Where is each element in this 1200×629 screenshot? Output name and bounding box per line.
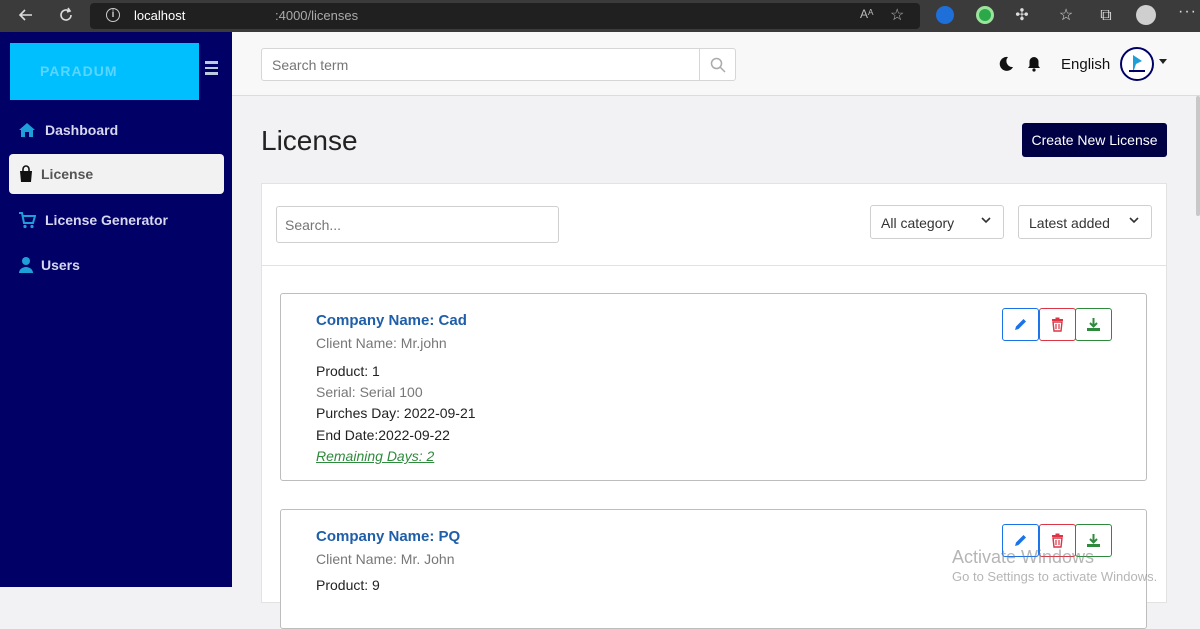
back-arrow-icon[interactable] — [16, 6, 36, 26]
global-search-input[interactable] — [262, 49, 699, 80]
profile-avatar-icon[interactable] — [1136, 5, 1156, 25]
url-host: localhost — [134, 8, 186, 23]
serial: Serial: Serial 100 — [316, 384, 423, 400]
browser-toolbar: i localhost :4000/licenses Aᴬ ☆ ✣ ☆ ⧉ ··… — [0, 0, 1200, 32]
extension-green-icon[interactable] — [976, 6, 994, 24]
activation-watermark-subtitle: Go to Settings to activate Windows. — [952, 569, 1158, 584]
license-search-input[interactable] — [276, 206, 559, 243]
client-name: Client Name: Mr. John — [316, 551, 455, 567]
filter-bar: All category Latest added — [262, 184, 1166, 266]
chevron-down-icon[interactable] — [1159, 59, 1167, 64]
search-button[interactable] — [699, 49, 736, 80]
product: Product: 1 — [316, 363, 380, 379]
url-path: :4000/licenses — [275, 8, 359, 23]
end-date: End Date:2022-09-22 — [316, 427, 450, 443]
download-button[interactable] — [1075, 308, 1112, 341]
extensions-puzzle-icon[interactable]: ✣ — [1012, 6, 1032, 26]
search-icon — [710, 57, 726, 73]
download-icon — [1087, 534, 1100, 547]
favorite-icon[interactable]: ☆ — [890, 5, 904, 25]
page-title: License — [261, 125, 358, 156]
sidebar-item-label: License Generator — [45, 212, 168, 228]
cart-icon — [19, 212, 36, 229]
license-card: Company Name: Cad Client Name: Mr.john P… — [280, 293, 1147, 481]
extension-icon[interactable] — [936, 6, 954, 24]
more-menu-icon[interactable]: ··· — [1178, 3, 1197, 21]
site-info-icon[interactable]: i — [106, 8, 120, 22]
activation-watermark-title: Activate Windows — [952, 547, 1095, 567]
favorites-icon[interactable]: ☆ — [1056, 6, 1076, 26]
category-select-value: All category — [881, 215, 955, 231]
pencil-icon — [1015, 535, 1026, 546]
hamburger-menu-icon[interactable] — [205, 61, 218, 78]
company-name: Company Name: PQ — [316, 528, 461, 545]
page-scrollbar[interactable] — [1196, 96, 1200, 216]
read-aloud-icon[interactable]: Aᴬ — [860, 7, 873, 21]
trash-icon — [1052, 317, 1063, 332]
purchase-date: Purches Day: 2022-09-21 — [316, 405, 476, 421]
logo-text: PARADUM — [40, 63, 118, 79]
moon-icon[interactable] — [998, 56, 1014, 72]
sort-select[interactable]: Latest added — [1018, 205, 1152, 239]
global-search — [261, 48, 736, 81]
company-name: Company Name: Cad — [316, 312, 467, 329]
top-bar: English — [232, 32, 1200, 96]
sidebar: PARADUM Dashboard License License Genera… — [0, 32, 232, 587]
language-selector[interactable]: English — [1061, 56, 1110, 73]
sidebar-item-label: Dashboard — [45, 122, 119, 138]
sort-select-value: Latest added — [1029, 215, 1110, 231]
delete-button[interactable] — [1039, 308, 1076, 341]
category-select[interactable]: All category — [870, 205, 1004, 239]
bag-icon — [20, 165, 32, 182]
license-panel: All category Latest added Company Name: … — [261, 183, 1167, 629]
logo[interactable]: PARADUM — [10, 43, 199, 100]
chevron-down-icon — [1129, 217, 1139, 224]
client-name: Client Name: Mr.john — [316, 335, 447, 351]
collections-icon[interactable]: ⧉ — [1096, 6, 1116, 26]
sidebar-item-license[interactable]: License — [9, 154, 224, 194]
create-new-license-button[interactable]: Create New License — [1022, 123, 1167, 157]
sidebar-item-label: Users — [41, 257, 80, 273]
sidebar-item-users[interactable]: Users — [9, 245, 224, 285]
download-icon — [1087, 318, 1100, 331]
user-icon — [19, 257, 33, 273]
product: Product: 9 — [316, 577, 380, 593]
pencil-icon — [1015, 319, 1026, 330]
avatar[interactable] — [1120, 47, 1154, 81]
chevron-down-icon — [981, 217, 991, 224]
home-icon — [19, 123, 35, 137]
bell-icon[interactable] — [1026, 56, 1042, 72]
sidebar-item-license-generator[interactable]: License Generator — [9, 200, 224, 240]
address-bar[interactable]: i localhost :4000/licenses Aᴬ ☆ — [90, 3, 920, 29]
remaining-days-link[interactable]: Remaining Days: 2 — [316, 448, 434, 464]
trash-icon — [1052, 533, 1063, 548]
brand-logo-icon — [1129, 55, 1145, 73]
sidebar-item-label: License — [41, 166, 94, 182]
sidebar-item-dashboard[interactable]: Dashboard — [9, 110, 224, 150]
refresh-icon[interactable] — [56, 6, 76, 26]
edit-button[interactable] — [1002, 308, 1039, 341]
